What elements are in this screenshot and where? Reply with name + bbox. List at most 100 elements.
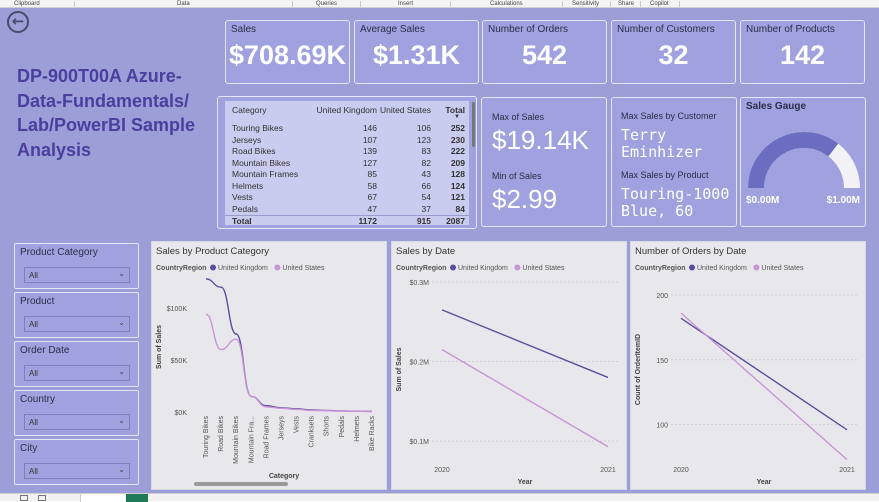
legend-entry[interactable]: United Kingdom [458, 265, 508, 272]
series-line[interactable] [441, 349, 609, 448]
matrix-cell-us: 123 [416, 134, 431, 145]
back-arrow-icon[interactable]: ← [7, 11, 29, 33]
chart-svg: Number of Orders by Date CountryRegion Uni… [635, 246, 857, 486]
ribbon-group-clipboard[interactable]: Clipboard [14, 0, 40, 8]
kpi-card-average-sales[interactable]: Average Sales $1.31K [354, 20, 479, 84]
matrix-cell-total: 209 [450, 157, 465, 168]
x-tick-label: Helmets [354, 416, 361, 442]
x-tick-label: Vests [294, 416, 301, 434]
matrix-row[interactable]: Pedals 47 37 84 [225, 204, 469, 215]
page-nav-icon[interactable] [20, 495, 28, 501]
gauge-svg [748, 132, 860, 189]
series-line[interactable] [205, 278, 373, 413]
max-min-card[interactable]: Max of Sales $19.14K Min of Sales $2.99 [481, 97, 607, 227]
matrix-cell-category: Mountain Bikes [232, 157, 291, 168]
matrix-row[interactable]: Jerseys 107 123 230 [225, 135, 469, 146]
matrix-row[interactable]: Mountain Frames 85 43 128 [225, 169, 469, 180]
matrix-row[interactable]: Vests 67 54 121 [225, 192, 469, 203]
matrix-cell-us: 106 [416, 123, 431, 133]
ribbon-group-share[interactable]: Share [618, 0, 634, 8]
ribbon-bar: Clipboard Data Queries Insert Calculatio… [0, 0, 879, 8]
x-tick-label: Road Frames [263, 416, 270, 459]
matrix-row[interactable]: Touring Bikes 146 106 252 [225, 123, 469, 134]
slicer-product: Product All ⌄ [14, 292, 139, 338]
slicer-city: City All ⌄ [14, 439, 139, 485]
slicer-label: Order Date [20, 345, 70, 356]
slicer-dropdown[interactable]: All ⌄ [24, 463, 130, 479]
matrix-header: Category United Kingdom United States To… [225, 105, 469, 116]
matrix-cell-total: 128 [450, 169, 465, 179]
y-axis-label: Count of OrderItemID [635, 334, 642, 405]
x-tick-label: 2021 [839, 467, 855, 474]
legend-marker[interactable] [689, 264, 695, 271]
max-sales-customer-value: Terry Eminhizer [621, 126, 703, 161]
kpi-card-number-of-orders[interactable]: Number of Orders 542 [482, 20, 607, 84]
category-matrix[interactable]: Category United Kingdom United States To… [217, 96, 477, 229]
legend-entry[interactable]: United Kingdom [697, 265, 747, 272]
chevron-down-icon: ⌄ [118, 367, 125, 376]
legend-marker[interactable] [450, 264, 456, 271]
matrix-header-uk[interactable]: United Kingdom [317, 105, 377, 115]
slicer-dropdown[interactable]: All ⌄ [24, 267, 130, 283]
matrix-cell-uk: 58 [367, 180, 377, 191]
x-tick-label: Jerseys [278, 416, 285, 441]
legend-marker[interactable] [274, 264, 281, 271]
series-line[interactable] [205, 313, 373, 413]
chart-sales-by-date[interactable]: Sales by Date CountryRegion United Kingdom… [391, 241, 627, 490]
ribbon-group-calculations[interactable]: Calculations [490, 0, 523, 8]
legend-entry[interactable]: United Kingdom [218, 265, 268, 272]
x-tick-label: Pedals [339, 416, 346, 438]
sales-gauge[interactable]: Sales Gauge $0.00M $1.00M [740, 97, 866, 227]
chart-scrollbar[interactable] [194, 482, 288, 486]
page-nav-icon[interactable] [38, 495, 46, 501]
matrix-cell-category: Vests [232, 192, 253, 202]
ribbon-group-copilot[interactable]: Copilot [650, 0, 669, 8]
ribbon-group-data[interactable]: Data [177, 0, 190, 8]
legend-entry[interactable]: United States [522, 265, 565, 272]
sort-descending-icon[interactable]: ▼ [454, 114, 460, 120]
matrix-header-us[interactable]: United States [380, 105, 431, 115]
x-tick-label: Touring Bikes [203, 416, 210, 459]
ribbon-group-queries[interactable]: Queries [316, 0, 337, 8]
slicer-label: City [20, 443, 38, 454]
matrix-row[interactable]: Helmets 58 66 124 [225, 181, 469, 192]
matrix-cell-total: 222 [450, 146, 465, 156]
series-line[interactable] [441, 309, 609, 379]
x-tick-label: Cranksets [309, 416, 316, 448]
slicer-order-date: Order Date All ⌄ [14, 341, 139, 387]
kpi-card-sales[interactable]: Sales $708.69K [225, 20, 350, 84]
kpi-card-number-of-customers[interactable]: Number of Customers 32 [611, 20, 736, 84]
legend-entry[interactable]: United States [282, 265, 325, 272]
legend-entry[interactable]: United States [761, 265, 804, 272]
ribbon-group-insert[interactable]: Insert [398, 0, 413, 8]
x-tick-label: 2020 [673, 467, 689, 474]
legend-marker[interactable] [753, 264, 760, 271]
matrix-total-row[interactable]: Total 1172 915 2087 [225, 215, 469, 226]
slicer-dropdown[interactable]: All ⌄ [24, 316, 130, 332]
kpi-label: Number of Orders [488, 24, 569, 35]
legend-marker[interactable] [210, 264, 216, 271]
matrix-row[interactable]: Road Bikes 139 83 222 [225, 146, 469, 157]
kpi-card-number-of-products[interactable]: Number of Products 142 [740, 20, 865, 84]
ribbon-group-sensitivity[interactable]: Sensitivity [572, 0, 599, 8]
y-axis-label: Sum of Sales [396, 347, 403, 391]
slicer-dropdown[interactable]: All ⌄ [24, 365, 130, 381]
matrix-cell-uk: 1172 [358, 216, 377, 226]
chart-sales-by-product-category[interactable]: Sales by Product Category CountryRegion Un… [151, 241, 387, 490]
chart-svg: Sales by Date CountryRegion United Kingdom… [396, 246, 618, 486]
max-sales-by-customer-card[interactable]: Max Sales by Customer Terry Eminhizer Ma… [611, 97, 737, 227]
legend-marker[interactable] [514, 264, 521, 271]
slicer-dropdown[interactable]: All ⌄ [24, 414, 130, 430]
matrix-cell-total: 2087 [446, 216, 465, 226]
matrix-cell-us: 43 [421, 169, 431, 179]
x-tick-label: Shorts [324, 416, 331, 437]
kpi-value: $708.69K [228, 40, 347, 70]
matrix-header-category[interactable]: Category [232, 105, 267, 115]
legend-title: CountryRegion [396, 265, 447, 272]
matrix-cell-us: 83 [421, 146, 431, 156]
chart-number-of-orders-by-date[interactable]: Number of Orders by Date CountryRegion Uni… [630, 241, 866, 490]
series-line[interactable] [680, 312, 848, 461]
matrix-row[interactable]: Mountain Bikes 127 82 209 [225, 158, 469, 169]
x-axis-label: Year [757, 479, 772, 486]
matrix-scrollbar[interactable] [472, 102, 475, 147]
